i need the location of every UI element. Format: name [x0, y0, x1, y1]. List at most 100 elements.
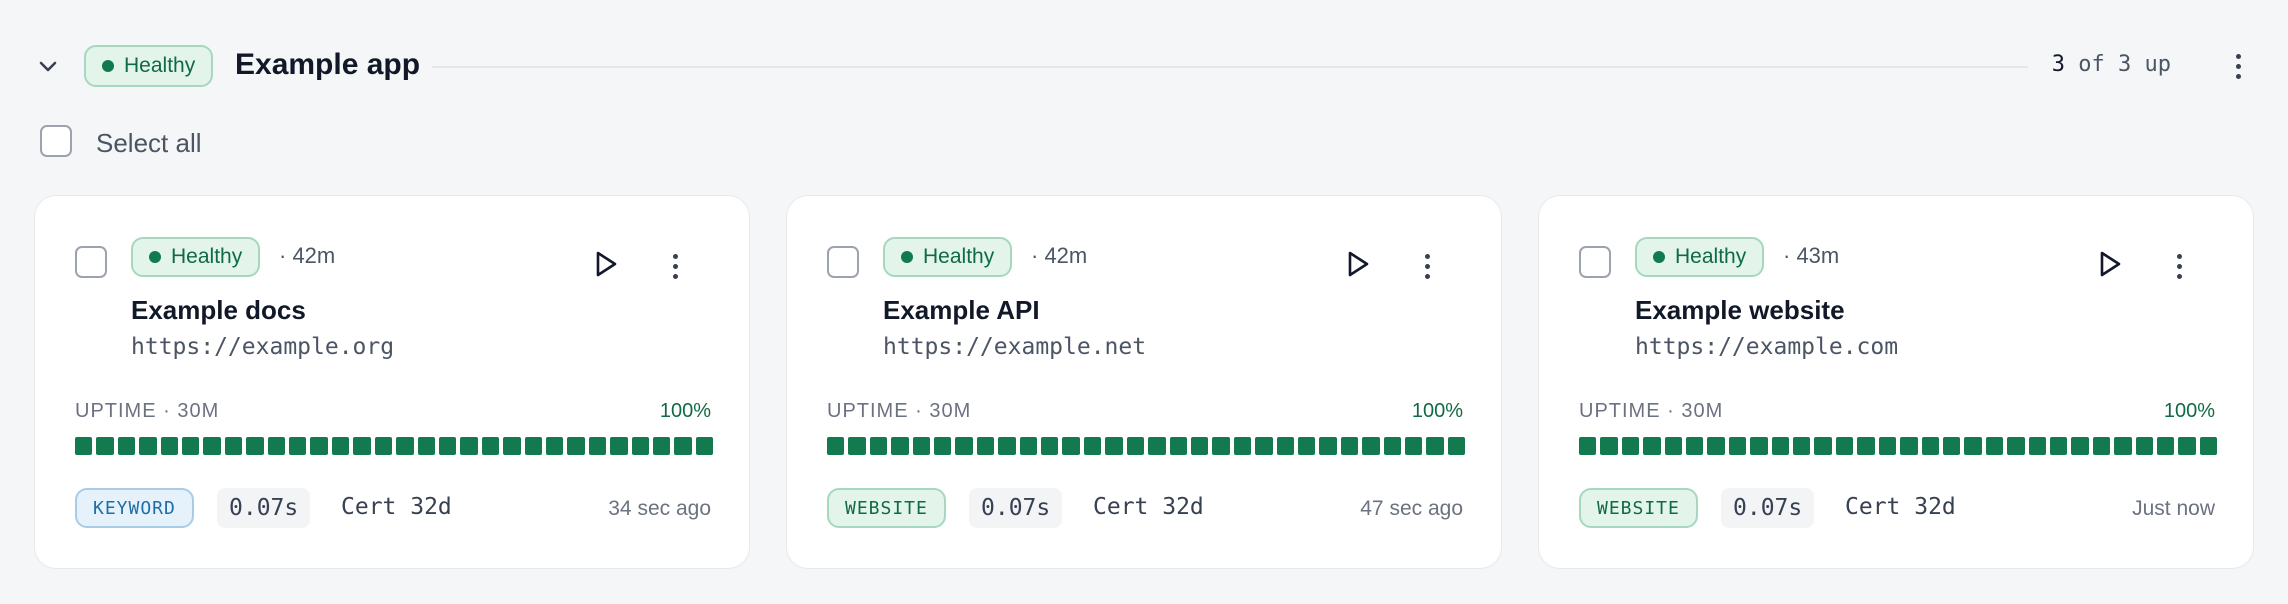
group-status-label: Healthy — [124, 54, 196, 77]
uptime-segment — [1190, 437, 1209, 455]
uptime-segment — [160, 437, 179, 455]
monitor-type-tag: WEBSITE — [1579, 488, 1698, 528]
uptime-segment — [1404, 437, 1423, 455]
uptime-segment — [588, 437, 607, 455]
up-count-rest: of 3 up — [2065, 52, 2171, 77]
monitor-checkbox[interactable] — [1579, 246, 1611, 278]
uptime-segment — [1212, 437, 1230, 455]
uptime-segment — [1835, 437, 1854, 455]
uptime-segment — [1319, 437, 1337, 455]
status-label: Healthy — [1675, 245, 1747, 268]
uptime-segment — [891, 437, 909, 455]
monitor-name[interactable]: Example website — [1635, 295, 1845, 326]
uptime-segment — [331, 437, 350, 455]
uptime-segment — [96, 437, 114, 455]
uptime-segment — [1621, 437, 1640, 455]
monitor-url[interactable]: https://example.net — [883, 334, 1146, 360]
uptime-segment — [1985, 437, 2004, 455]
group-header: Healthy Example app 3 of 3 up — [0, 0, 2288, 134]
response-time: 0.07s — [217, 488, 311, 528]
uptime-segment — [1857, 437, 1875, 455]
monitor-name[interactable]: Example docs — [131, 295, 306, 326]
cert-expiry: Cert 32d — [1093, 494, 1204, 520]
uptime-segment — [1105, 437, 1123, 455]
monitor-url[interactable]: https://example.com — [1635, 334, 1898, 360]
uptime-segment — [1255, 437, 1273, 455]
uptime-segment — [1579, 437, 1597, 455]
uptime-segment — [976, 437, 995, 455]
uptime-bar — [827, 437, 1466, 455]
monitor-card[interactable]: Healthy · 42m Example API https://exampl… — [786, 195, 1502, 569]
uptime-segment — [75, 437, 93, 455]
uptime-segment — [2178, 437, 2196, 455]
uptime-segment — [1340, 437, 1359, 455]
uptime-segment — [1297, 437, 1316, 455]
uptime-segment — [1728, 437, 1747, 455]
uptime-segment — [1707, 437, 1725, 455]
uptime-segment — [117, 437, 136, 455]
monitor-card[interactable]: Healthy · 43m Example website https://ex… — [1538, 195, 2254, 569]
uptime-segment — [182, 437, 200, 455]
monitor-checkbox[interactable] — [827, 246, 859, 278]
uptime-percent: 100% — [1411, 400, 1463, 422]
status-dot-icon — [149, 251, 161, 263]
uptime-segment — [267, 437, 286, 455]
more-vertical-icon[interactable] — [663, 250, 687, 282]
uptime-segment — [224, 437, 243, 455]
uptime-segment — [1900, 437, 1918, 455]
play-icon[interactable] — [1344, 249, 1372, 279]
uptime-segment — [353, 437, 371, 455]
uptime-segment — [1771, 437, 1790, 455]
uptime-segment — [1169, 437, 1187, 455]
uptime-segment — [567, 437, 585, 455]
last-checked: Just now — [2132, 497, 2215, 520]
up-count-current: 3 — [2051, 52, 2066, 77]
uptime-percent: 100% — [659, 400, 711, 422]
status-dot-icon — [1653, 251, 1665, 263]
status-dot-icon — [102, 60, 114, 72]
group-status-badge: Healthy — [84, 45, 214, 87]
monitor-type-tag: KEYWORD — [75, 488, 194, 528]
status-badge: Healthy — [1635, 237, 1765, 277]
uptime-bar — [1579, 437, 2218, 455]
monitor-age: · 43m — [1783, 243, 1840, 268]
uptime-segment — [1362, 437, 1380, 455]
uptime-segment — [934, 437, 952, 455]
play-icon[interactable] — [2096, 249, 2124, 279]
select-all-checkbox[interactable] — [40, 125, 72, 157]
uptime-segment — [848, 437, 866, 455]
monitor-checkbox[interactable] — [75, 246, 107, 278]
play-icon[interactable] — [592, 249, 620, 279]
status-badge: Healthy — [883, 237, 1013, 277]
more-vertical-icon[interactable] — [1415, 250, 1439, 282]
uptime-segment — [695, 437, 714, 455]
monitor-age: · 42m — [279, 243, 336, 268]
chevron-down-icon[interactable] — [34, 52, 62, 80]
cert-expiry: Cert 32d — [1845, 494, 1956, 520]
uptime-segment — [2049, 437, 2068, 455]
uptime-segment — [2114, 437, 2132, 455]
uptime-segment — [610, 437, 628, 455]
uptime-segment — [1814, 437, 1832, 455]
uptime-segment — [1126, 437, 1145, 455]
uptime-segment — [1276, 437, 1294, 455]
monitor-age: · 42m — [1031, 243, 1088, 268]
uptime-segment — [2028, 437, 2046, 455]
more-vertical-icon[interactable] — [2224, 50, 2252, 82]
uptime-segment — [2007, 437, 2025, 455]
uptime-segment — [246, 437, 264, 455]
uptime-segment — [674, 437, 692, 455]
uptime-segment — [1019, 437, 1038, 455]
uptime-segment — [524, 437, 542, 455]
uptime-segment — [1793, 437, 1811, 455]
uptime-segment — [1686, 437, 1704, 455]
monitor-card[interactable]: Healthy · 42m Example docs https://examp… — [34, 195, 750, 569]
uptime-segment — [1148, 437, 1166, 455]
response-time: 0.07s — [1721, 488, 1815, 528]
uptime-segment — [438, 437, 457, 455]
monitor-name[interactable]: Example API — [883, 295, 1040, 326]
monitor-url[interactable]: https://example.org — [131, 334, 394, 360]
uptime-label: UPTIME · 30M — [75, 400, 220, 422]
uptime-segment — [955, 437, 973, 455]
more-vertical-icon[interactable] — [2167, 250, 2191, 282]
